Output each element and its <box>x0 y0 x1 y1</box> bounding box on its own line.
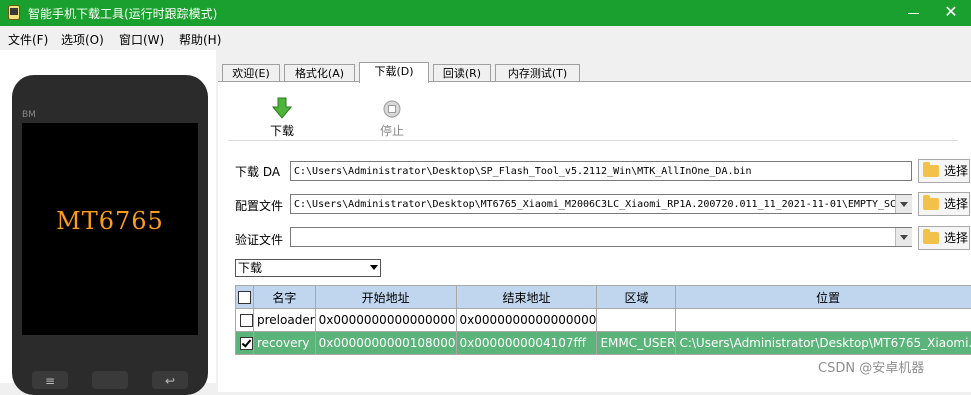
scatter-path-combo[interactable]: C:\Users\Administrator\Desktop\MT6765_Xi… <box>290 194 912 214</box>
da-path-field[interactable]: C:\Users\Administrator\Desktop\SP_Flash_… <box>290 161 912 181</box>
da-label: 下载 DA <box>235 163 280 180</box>
menu-options[interactable]: 选项(O) <box>61 31 104 48</box>
partition-start-address: 0x0000000000000000 <box>315 309 456 332</box>
menu-window[interactable]: 窗口(W) <box>119 31 164 48</box>
auth-path-combo[interactable] <box>290 227 912 247</box>
menu-help[interactable]: 帮助(H) <box>179 31 221 48</box>
minimize-button[interactable] <box>905 4 923 22</box>
watermark: CSDN @安卓机器 <box>818 357 924 376</box>
scatter-choose-button[interactable]: 选择 <box>918 192 970 216</box>
tab-memory-test[interactable]: 内存测试(T) <box>495 64 580 82</box>
download-button-label: 下载 <box>258 122 306 139</box>
window-title: 智能手机下载工具(运行时跟踪模式) <box>28 5 217 22</box>
column-header-end[interactable]: 结束地址 <box>456 286 597 309</box>
tab-welcome[interactable]: 欢迎(E) <box>222 64 280 82</box>
select-all-checkbox[interactable] <box>238 291 251 304</box>
partition-location[interactable]: C:\Users\Administrator\Desktop\MT6765_Xi… <box>676 332 971 355</box>
menu-bar: 文件(F) 选项(O) 窗口(W) 帮助(H) <box>0 26 971 50</box>
download-button[interactable]: 下载 <box>258 97 306 141</box>
auth-dropdown-icon[interactable] <box>895 228 912 246</box>
partition-end-address: 0x0000000000000000 <box>456 309 597 332</box>
toolbar-divider <box>228 140 958 141</box>
folder-icon <box>923 165 939 177</box>
partition-region: EMMC_USER <box>597 332 676 355</box>
column-header-region[interactable]: 区域 <box>597 286 676 309</box>
home-softkey <box>92 371 128 389</box>
scatter-choose-label: 选择 <box>944 193 968 215</box>
chip-model-label: MT6765 <box>22 207 198 235</box>
select-all-header[interactable] <box>236 286 254 309</box>
column-header-location[interactable]: 位置 <box>676 286 971 309</box>
column-header-name[interactable]: 名字 <box>254 286 316 309</box>
table-header-row: 名字 开始地址 结束地址 区域 位置 <box>236 286 971 309</box>
download-mode-select[interactable]: 下载 <box>235 259 381 277</box>
menu-file[interactable]: 文件(F) <box>8 31 48 48</box>
stop-button[interactable]: 停止 <box>368 97 416 141</box>
partition-region <box>597 309 676 332</box>
tab-readback[interactable]: 回读(R) <box>433 64 491 82</box>
download-arrow-icon <box>272 97 292 119</box>
phone-brand-label: BM <box>22 110 36 120</box>
table-row[interactable]: recovery 0x0000000000108000 0x0000000004… <box>236 332 971 355</box>
phone-preview-pane: BM MT6765 ≡ ↩ <box>0 50 216 383</box>
folder-icon <box>923 198 939 210</box>
scatter-dropdown-icon[interactable] <box>895 195 912 213</box>
table-row[interactable]: preloader 0x0000000000000000 0x000000000… <box>236 309 971 332</box>
partition-name: recovery <box>254 332 316 355</box>
auth-label: 验证文件 <box>235 231 283 248</box>
title-bar: 智能手机下载工具(运行时跟踪模式) ✕ <box>0 0 971 26</box>
back-key-icon: ↩ <box>165 374 175 388</box>
partition-name: preloader <box>254 309 316 332</box>
stop-icon <box>382 99 402 119</box>
tab-format[interactable]: 格式化(A) <box>284 64 355 82</box>
row-checkbox[interactable] <box>240 337 253 350</box>
phone-illustration: BM MT6765 ≡ ↩ <box>12 75 208 395</box>
chevron-down-icon <box>370 265 378 270</box>
row-checkbox[interactable] <box>240 314 253 327</box>
scatter-label: 配置文件 <box>235 197 283 214</box>
auth-choose-button[interactable]: 选择 <box>918 226 970 250</box>
menu-key-icon: ≡ <box>45 374 55 388</box>
stop-button-label: 停止 <box>368 122 416 139</box>
folder-icon <box>923 232 939 244</box>
da-choose-label: 选择 <box>944 160 968 182</box>
column-header-start[interactable]: 开始地址 <box>315 286 456 309</box>
partition-table: 名字 开始地址 结束地址 区域 位置 preloader 0x000000000… <box>235 285 971 355</box>
partition-end-address: 0x0000000004107fff <box>456 332 597 355</box>
partition-start-address: 0x0000000000108000 <box>315 332 456 355</box>
auth-choose-label: 选择 <box>944 227 968 249</box>
close-button[interactable]: ✕ <box>940 2 962 22</box>
download-panel: 下载 停止 下载 DA C:\Users\Administrator\Deskt… <box>218 81 971 392</box>
app-phone-icon <box>8 5 20 20</box>
tab-download[interactable]: 下载(D) <box>359 62 429 83</box>
da-choose-button[interactable]: 选择 <box>918 159 970 183</box>
download-mode-value: 下载 <box>238 261 262 275</box>
partition-location[interactable] <box>676 309 971 332</box>
phone-screen: MT6765 <box>22 123 198 335</box>
